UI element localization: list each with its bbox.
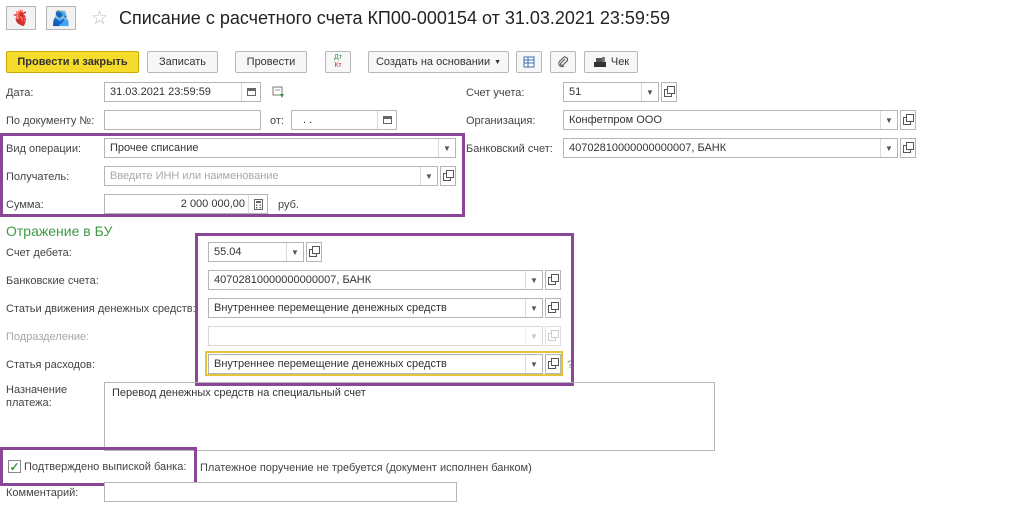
purpose-label-line2: платежа:: [6, 397, 52, 409]
post-button[interactable]: Провести: [235, 51, 307, 73]
bank-account-label: Банковский счет:: [466, 143, 553, 155]
doc-number-field[interactable]: [104, 110, 261, 130]
chevron-down-icon[interactable]: ▼: [880, 139, 897, 157]
dt-kt-button[interactable]: Дт Кт: [325, 51, 351, 73]
save-button[interactable]: Записать: [147, 51, 218, 73]
receipt-button[interactable]: Чек: [584, 51, 638, 73]
favorite-star-icon[interactable]: ☆: [91, 7, 108, 30]
payment-purpose-textarea[interactable]: Перевод денежных средств на специальный …: [104, 382, 715, 451]
account-label: Счет учета:: [466, 87, 525, 99]
chevron-down-icon[interactable]: ▼: [880, 111, 897, 129]
calendar-icon[interactable]: [241, 83, 260, 101]
cash-flow-label: Статьи движения денежных средств:: [6, 303, 196, 315]
organization-field[interactable]: Конфетпром ООО ▼: [563, 110, 898, 130]
chevron-down-icon[interactable]: ▼: [641, 83, 658, 101]
doc-number-label: По документу №:: [6, 115, 95, 127]
bank-accounts-label: Банковские счета:: [6, 275, 99, 287]
receipt-label: Чек: [610, 56, 630, 68]
from-date-value: . .: [303, 114, 313, 126]
open-bank-account-button[interactable]: [900, 138, 916, 158]
section-title-bu: Отражение в БУ: [6, 223, 113, 239]
highlight-frame-operation: [0, 133, 465, 217]
organization-label: Организация:: [466, 115, 536, 127]
debit-account-label: Счет дебета:: [6, 247, 72, 259]
date-value: 31.03.2021 23:59:59: [110, 86, 211, 98]
arrow-right-icon: 🫂: [51, 10, 71, 27]
report-button[interactable]: [516, 51, 542, 73]
purpose-label-line1: Назначение: [6, 384, 68, 396]
date-label: Дата:: [6, 87, 34, 99]
forward-button[interactable]: 🫂: [46, 6, 76, 30]
calendar-icon[interactable]: [377, 111, 396, 129]
open-icon: [664, 86, 675, 97]
comment-label: Комментарий:: [6, 487, 79, 499]
arrow-left-icon: 🫀: [11, 10, 31, 27]
page-title: Списание с расчетного счета КП00-000154 …: [119, 8, 670, 28]
payment-order-note: Платежное поручение не требуется (докуме…: [200, 462, 532, 474]
open-organization-button[interactable]: [900, 110, 916, 130]
create-on-basis-label: Создать на основании: [375, 56, 491, 68]
dt-kt-icon-top: Дт: [334, 54, 342, 61]
from-date-field[interactable]: . .: [291, 110, 397, 130]
set-current-date-icon[interactable]: [271, 85, 287, 99]
back-button[interactable]: 🫀: [6, 6, 36, 30]
expense-item-label: Статья расходов:: [6, 359, 95, 371]
post-and-close-button[interactable]: Провести и закрыть: [6, 51, 139, 73]
account-field[interactable]: 51 ▼: [563, 82, 659, 102]
table-report-icon: [523, 56, 535, 68]
bank-account-value: 40702810000000000007, БАНК: [569, 142, 727, 154]
create-on-basis-button[interactable]: Создать на основании ▼: [368, 51, 509, 73]
attach-button[interactable]: [550, 51, 576, 73]
open-icon: [903, 114, 914, 125]
division-label: Подразделение:: [6, 331, 90, 343]
organization-value: Конфетпром ООО: [569, 114, 662, 126]
chevron-down-icon: ▼: [494, 58, 502, 66]
from-label: от:: [270, 115, 284, 127]
open-icon: [903, 142, 914, 153]
date-field[interactable]: 31.03.2021 23:59:59: [104, 82, 261, 102]
open-account-button[interactable]: [661, 82, 677, 102]
highlight-frame-bu: [195, 233, 574, 386]
bank-account-field[interactable]: 40702810000000000007, БАНК ▼: [563, 138, 898, 158]
account-value: 51: [569, 86, 582, 98]
paperclip-icon: [558, 56, 569, 68]
highlight-frame-confirmed: [0, 447, 197, 486]
dt-kt-icon-bottom: Кт: [334, 62, 342, 69]
cash-register-icon: [593, 57, 606, 67]
comment-field[interactable]: [104, 482, 457, 502]
